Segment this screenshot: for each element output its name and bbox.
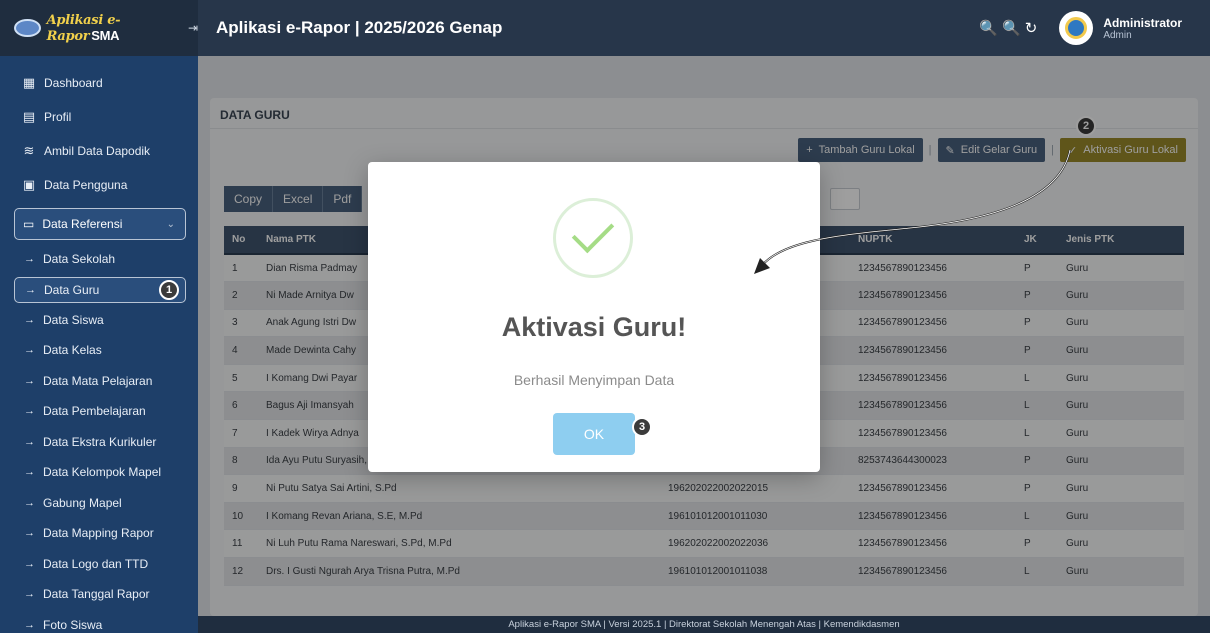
- arrow-right-icon: →: [24, 253, 35, 266]
- users-icon: ▣: [22, 177, 36, 192]
- arrow-right-icon: →: [24, 588, 35, 601]
- annotation-arrow-icon: [754, 149, 1071, 274]
- reset-zoom-icon[interactable]: ↻: [1025, 19, 1038, 37]
- chevron-down-icon: ⌄: [166, 218, 175, 230]
- arrow-right-icon: →: [24, 374, 35, 387]
- avatar: [1059, 11, 1094, 45]
- sidebar-subitem[interactable]: → Data Logo dan TTD: [0, 549, 198, 580]
- sidebar-item-dashboard[interactable]: ▦ Dashboard: [0, 66, 198, 100]
- sidebar-item-profil[interactable]: ▤ Profil: [0, 100, 198, 134]
- ok-button[interactable]: OK: [553, 413, 635, 455]
- sidebar-subitem[interactable]: → Data Sekolah: [0, 244, 198, 275]
- id-card-icon: ▤: [22, 109, 36, 124]
- footer: Aplikasi e-Rapor SMA | Versi 2025.1 | Di…: [198, 616, 1210, 633]
- database-icon: ≋: [23, 143, 35, 158]
- brand-logo-icon: [14, 19, 41, 37]
- brand-name: Aplikasi e-Rapor SMA: [46, 12, 121, 44]
- sidebar-item-ambil-data-dapodik[interactable]: ≋ Ambil Data Dapodik: [0, 134, 198, 168]
- sidebar-item-data-referensi[interactable]: ▭ Data Referensi ⌄: [14, 208, 186, 240]
- sidebar-subitem[interactable]: → Data Siswa: [0, 305, 198, 336]
- arrow-right-icon: →: [24, 496, 35, 509]
- sidebar-subitem[interactable]: → Data Tanggal Rapor: [0, 579, 198, 610]
- sidebar-subitem[interactable]: → Foto Siswa: [0, 610, 198, 633]
- arrow-right-icon: →: [24, 618, 35, 631]
- top-bar: Aplikasi e-Rapor SMA ⇥ Aplikasi e-Rapor |…: [0, 0, 1210, 56]
- arrow-right-icon: →: [24, 557, 35, 570]
- sidebar-pin-icon[interactable]: ⇥: [188, 21, 198, 35]
- sidebar-subitem[interactable]: → Data Pembelajaran: [0, 396, 198, 427]
- dialog-message: Berhasil Menyimpan Data: [513, 372, 675, 388]
- zoom-in-icon[interactable]: 🔍: [979, 19, 998, 37]
- user-role: Admin: [1103, 29, 1132, 41]
- annotation-badge: 3: [632, 417, 652, 437]
- sidebar-subitem[interactable]: → Data Kelompok Mapel: [0, 457, 198, 488]
- sidebar-subitem[interactable]: → Data Mapping Rapor: [0, 518, 198, 549]
- zoom-out-icon[interactable]: 🔍: [1002, 19, 1021, 37]
- sidebar: ▦ Dashboard ▤ Profil ≋ Ambil Data Dapodik ▣…: [0, 56, 198, 633]
- annotation-badge: 1: [159, 279, 179, 300]
- sidebar-subitem[interactable]: → Data Mata Pelajaran: [0, 366, 198, 397]
- toolbar: 🔍 🔍 ↻: [979, 19, 1037, 37]
- arrow-right-icon: →: [24, 405, 35, 418]
- sidebar-subitem[interactable]: → Data Kelas: [0, 335, 198, 366]
- brand[interactable]: Aplikasi e-Rapor SMA ⇥: [0, 0, 198, 56]
- arrow-right-icon: →: [24, 313, 35, 326]
- sidebar-subitem-active[interactable]: → Data Guru 1: [14, 276, 186, 303]
- arrow-right-icon: →: [25, 283, 36, 296]
- dashboard-icon: ▦: [22, 75, 36, 90]
- success-check-icon: [553, 198, 633, 278]
- arrow-right-icon: →: [24, 344, 35, 357]
- arrow-right-icon: →: [24, 527, 35, 540]
- user-name: Administrator: [1103, 15, 1182, 30]
- arrow-right-icon: →: [24, 435, 35, 448]
- page-title: Aplikasi e-Rapor | 2025/2026 Genap: [216, 18, 503, 37]
- sidebar-subitem[interactable]: → Data Ekstra Kurikuler: [0, 427, 198, 458]
- sidebar-subitem[interactable]: → Gabung Mapel: [0, 488, 198, 519]
- monitor-icon: ▭: [23, 217, 35, 231]
- sidebar-item-data-pengguna[interactable]: ▣ Data Pengguna: [0, 168, 198, 202]
- user-menu[interactable]: Administrator Admin: [1059, 11, 1182, 45]
- dialog-title: Aktivasi Guru!: [501, 312, 687, 342]
- arrow-right-icon: →: [24, 466, 35, 479]
